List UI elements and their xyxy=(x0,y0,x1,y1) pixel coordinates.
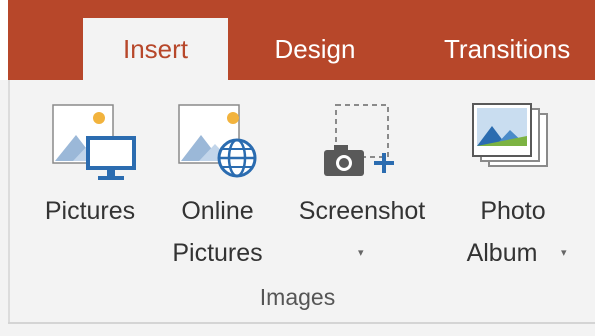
pictures-button[interactable]: Pictures xyxy=(30,98,150,278)
tab-insert-label: Insert xyxy=(122,33,189,64)
online-pictures-label-line2: Pictures xyxy=(172,239,263,267)
tab-insert[interactable]: Insert xyxy=(83,18,228,80)
screenshot-dropdown-caret[interactable]: ▾ xyxy=(358,246,364,259)
photo-album-label-line2: Album xyxy=(466,239,538,267)
tab-design[interactable]: Design xyxy=(245,18,385,80)
photo-album-dropdown-caret[interactable]: ▾ xyxy=(561,246,567,259)
online-pictures-label-line1: Online xyxy=(181,197,254,225)
tab-transitions-label: Transitions xyxy=(444,33,571,64)
ribbon-bottom-border xyxy=(8,322,595,324)
pictures-icon xyxy=(30,98,150,188)
screenshot-button[interactable]: Screenshot ▾ xyxy=(282,98,442,278)
tab-transitions[interactable]: Transitions xyxy=(432,18,595,80)
photo-album-button[interactable]: Photo Album ▾ xyxy=(447,98,579,278)
online-pictures-icon xyxy=(155,98,280,188)
photo-album-label-line1: Photo xyxy=(480,197,546,225)
images-group-label: Images xyxy=(259,284,336,310)
tab-bar-edge xyxy=(0,0,8,80)
screenshot-icon xyxy=(282,98,442,188)
online-pictures-button[interactable]: Online Pictures xyxy=(155,98,280,278)
tab-design-label: Design xyxy=(274,33,356,64)
pictures-label: Pictures xyxy=(44,197,136,225)
screenshot-label: Screenshot xyxy=(298,197,426,225)
photo-album-icon xyxy=(447,98,579,188)
